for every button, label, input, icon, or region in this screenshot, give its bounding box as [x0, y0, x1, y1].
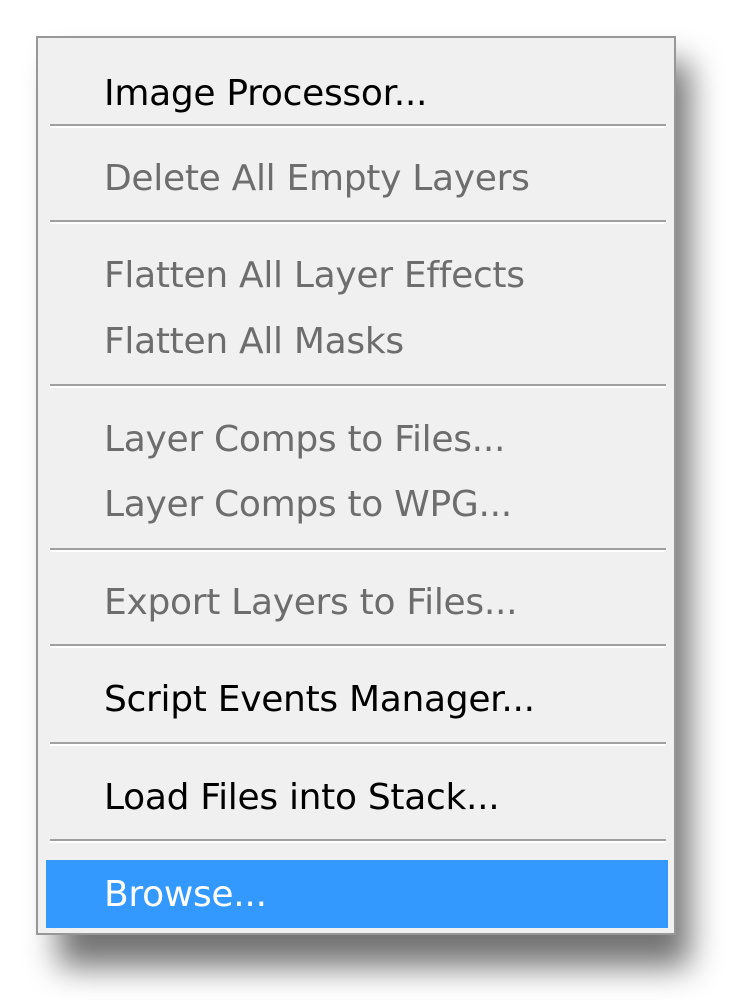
menu-separator	[50, 548, 666, 552]
menu-separator	[50, 644, 666, 648]
menu-item-load-files-into-stack[interactable]: Load Files into Stack...	[104, 774, 500, 822]
menu-item-script-events-manager[interactable]: Script Events Manager...	[104, 676, 535, 724]
menu-item-delete-all-empty-layers[interactable]: Delete All Empty Layers	[104, 155, 530, 203]
menu-separator	[50, 124, 666, 128]
menu-separator	[50, 839, 666, 843]
menu-separator	[50, 384, 666, 388]
menu-item-flatten-all-layer-effects[interactable]: Flatten All Layer Effects	[104, 252, 525, 300]
menu-item-layer-comps-to-wpg[interactable]: Layer Comps to WPG...	[104, 481, 512, 529]
menu-item-export-layers-to-files[interactable]: Export Layers to Files...	[104, 579, 518, 627]
menu-item-image-processor[interactable]: Image Processor...	[104, 70, 428, 118]
menu-item-flatten-all-masks[interactable]: Flatten All Masks	[104, 318, 404, 366]
menu-separator	[50, 220, 666, 224]
menu-item-layer-comps-to-files[interactable]: Layer Comps to Files...	[104, 416, 505, 464]
scripts-context-menu: Image Processor... Delete All Empty Laye…	[36, 36, 676, 935]
menu-item-browse[interactable]: Browse...	[104, 871, 267, 919]
menu-separator	[50, 742, 666, 746]
